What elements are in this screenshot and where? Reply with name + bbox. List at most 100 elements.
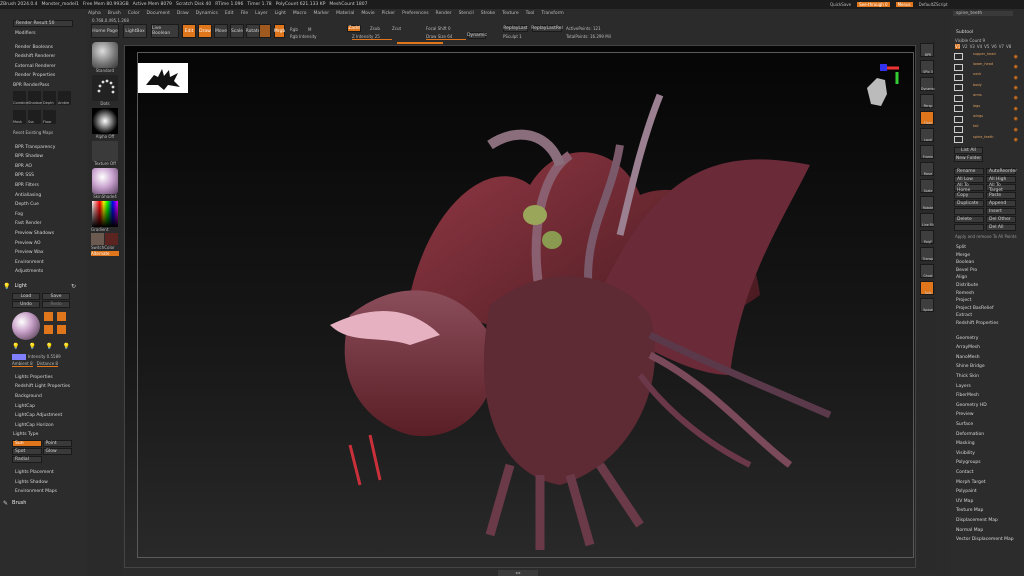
eye-icon[interactable]: ◉ <box>1014 64 1018 70</box>
subtool-action-button[interactable]: Copy <box>954 192 984 200</box>
tool-section-normal-map[interactable]: Normal Map <box>951 526 1024 536</box>
home-page-button[interactable]: Home Page <box>91 24 119 38</box>
tool-section-contact[interactable]: Contact <box>951 468 1024 478</box>
eye-icon[interactable]: ◉ <box>1014 95 1018 101</box>
menu-render[interactable]: Render <box>436 11 452 16</box>
shelf-floor-button[interactable]: Floor <box>920 111 934 125</box>
light-save-button[interactable]: Save <box>42 292 70 300</box>
bulb-icon[interactable]: 💡 <box>29 343 36 350</box>
bpr-pass-thumbnail[interactable]: Combine <box>13 90 29 105</box>
quicksave-button[interactable]: QuickSave <box>830 2 851 7</box>
menu-preferences[interactable]: Preferences <box>402 11 428 16</box>
shelf-move-button[interactable]: Move <box>920 162 934 176</box>
light-load-button[interactable]: Load <box>12 292 40 300</box>
shelf-bpr-button[interactable]: BPR <box>920 43 934 57</box>
subtool-action-button[interactable]: All To Target <box>986 183 1016 193</box>
light-type-sun[interactable]: Sun <box>12 440 42 448</box>
tool-section-geometry-hd[interactable]: Geometry HD <box>951 401 1024 411</box>
tool-section-arraymesh[interactable]: ArrayMesh <box>951 343 1024 353</box>
light-type-spot[interactable]: Spot <box>12 448 42 456</box>
subtool-tool-item[interactable]: Project <box>951 297 1024 305</box>
shelf-frame-button[interactable]: Frame <box>920 145 934 159</box>
tool-section-layers[interactable]: Layers <box>951 382 1024 392</box>
bpr-item[interactable]: BPR Transparency <box>0 143 86 153</box>
bpr-item[interactable]: Depth Cue <box>0 200 86 210</box>
visibility-tab[interactable]: V2 <box>962 44 967 49</box>
draw-size-slider[interactable]: Draw Size 64 <box>426 34 466 40</box>
light-slot-3-icon[interactable] <box>44 324 53 334</box>
subtool-action-button[interactable]: Append <box>986 200 1016 208</box>
light-item[interactable]: LightCap Horizon <box>0 421 86 431</box>
render-item[interactable]: Redshift Renderer <box>0 52 86 62</box>
subtool-tool-item[interactable]: Boolean <box>951 259 1024 267</box>
tool-section-surface[interactable]: Surface <box>951 420 1024 430</box>
tool-section-morph-target[interactable]: Morph Target <box>951 478 1024 488</box>
menu-draw[interactable]: Draw <box>177 11 189 16</box>
bulb-icon[interactable]: 💡 <box>12 343 19 350</box>
brush-header[interactable]: ✎ Brush <box>0 499 86 508</box>
secondary-color-swatch[interactable] <box>105 233 118 245</box>
shelf-rotate-button[interactable]: Rotate <box>920 196 934 210</box>
bpr-item[interactable]: BPR Shadow <box>0 152 86 162</box>
creature-3d-model[interactable] <box>290 85 850 555</box>
alternate-button[interactable]: Alternate <box>91 251 119 256</box>
menu-material[interactable]: Material <box>336 11 354 16</box>
bpr-item[interactable]: Fast Render <box>0 219 86 229</box>
render-item[interactable]: Render Properties <box>0 71 86 81</box>
shelf-ghost-button[interactable]: Ghost <box>920 264 934 278</box>
lights-type-header[interactable]: Lights Type <box>0 430 86 440</box>
menu-stroke[interactable]: Stroke <box>481 11 495 16</box>
light-color-swatch[interactable] <box>12 353 26 360</box>
subtool-row[interactable]: lower_head ◉ <box>951 62 1024 72</box>
menu-dynamics[interactable]: Dynamics <box>196 11 218 16</box>
light-undo-button[interactable]: Undo <box>12 300 40 308</box>
menu-stencil[interactable]: Stencil <box>459 11 474 16</box>
subtool-row[interactable]: tail ◉ <box>951 124 1024 134</box>
shelf-scale-button[interactable]: Scale <box>920 179 934 193</box>
tool-section-thick-skin[interactable]: Thick Skin <box>951 372 1024 382</box>
subtool-action-button[interactable] <box>954 224 984 232</box>
bpr-pass-thumbnail[interactable]: Ambie <box>58 90 71 105</box>
light-item[interactable]: LightCap Adjustment <box>0 411 86 421</box>
refresh-icon[interactable]: ↻ <box>71 283 76 290</box>
ambient-slider[interactable]: Ambient 8 <box>12 361 33 367</box>
shelf-polyf-button[interactable]: PolyF <box>920 230 934 244</box>
bpr-item[interactable]: Preview Shadows <box>0 229 86 239</box>
menu-marker[interactable]: Marker <box>314 11 330 16</box>
tool-section-nanomesh[interactable]: NanoMesh <box>951 353 1024 363</box>
light-type-glow[interactable]: Glow <box>42 448 72 456</box>
bpr-item[interactable]: Fog <box>0 210 86 220</box>
bulb-icon[interactable]: 💡 <box>46 343 53 350</box>
material-icon[interactable] <box>92 168 118 194</box>
move-button[interactable]: Move <box>214 24 228 38</box>
menu-layer[interactable]: Layer <box>255 11 268 16</box>
tool-section-masking[interactable]: Masking <box>951 439 1024 449</box>
material-swatch[interactable] <box>259 24 271 38</box>
subtool-row[interactable]: legs ◉ <box>951 104 1024 114</box>
tool-section-geometry[interactable]: Geometry <box>951 334 1024 344</box>
lightbox-button[interactable]: LightBox <box>123 24 147 38</box>
z-intensity-slider[interactable]: Z Intensity 25 <box>352 34 392 40</box>
m-button[interactable]: M <box>308 27 311 32</box>
light-item[interactable]: Environment Maps <box>0 487 86 497</box>
visibility-tab[interactable]: V1 <box>955 43 961 49</box>
light-item[interactable]: Background <box>0 392 86 402</box>
menu-edit[interactable]: Edit <box>225 11 234 16</box>
eye-icon[interactable]: ◉ <box>1014 106 1018 112</box>
menu-alpha[interactable]: Alpha <box>88 11 101 16</box>
dynamic-button[interactable]: Dynamic <box>467 32 487 39</box>
tool-section-deformation[interactable]: Deformation <box>951 430 1024 440</box>
menu-movie[interactable]: Movie <box>361 11 374 16</box>
shelf-local-button[interactable]: Local <box>920 128 934 142</box>
visibility-tab[interactable]: V6 <box>991 44 996 49</box>
bpr-pass-thumbnail[interactable]: Shadow <box>28 90 42 105</box>
light-slot-4-icon[interactable] <box>57 324 66 334</box>
intensity-slider[interactable]: Intensity 0.5589 <box>28 354 61 359</box>
light-item[interactable]: Lights Shadow <box>0 478 86 488</box>
tool-section-displacement-map[interactable]: Displacement Map <box>951 516 1024 526</box>
texture-icon[interactable] <box>92 141 118 161</box>
menu-tool[interactable]: Tool <box>526 11 535 16</box>
tool-section-preview[interactable]: Preview <box>951 410 1024 420</box>
rgb-button[interactable]: Rgb <box>290 27 298 32</box>
menu-file[interactable]: File <box>241 11 249 16</box>
